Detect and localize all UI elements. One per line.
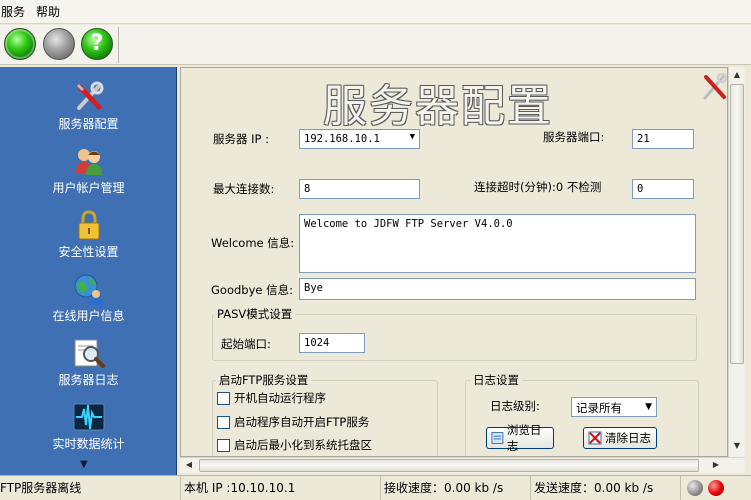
clear-log-button[interactable]: 清除日志 bbox=[583, 427, 657, 449]
page-title: 服务器配置 bbox=[323, 81, 553, 132]
minimize-to-tray-checkbox[interactable] bbox=[217, 438, 230, 452]
toolbar: ? bbox=[0, 25, 751, 65]
magnifier-icon bbox=[74, 339, 105, 368]
auto-start-ftp-checkbox-row[interactable]: 启动程序自动开启FTP服务 bbox=[217, 414, 369, 430]
status-gray-icon bbox=[687, 480, 703, 496]
auto-start-ftp-checkbox[interactable] bbox=[217, 415, 230, 429]
goodbye-input[interactable]: Bye bbox=[299, 278, 696, 300]
sidebar-item-label: 安全性设置 bbox=[58, 245, 119, 259]
scroll-right-icon[interactable]: ▶ bbox=[708, 460, 724, 469]
auto-start-ftp-label: 启动程序自动开启FTP服务 bbox=[234, 415, 370, 429]
delete-icon bbox=[588, 431, 602, 445]
log-level-value: 记录所有 bbox=[576, 401, 622, 415]
welcome-label: Welcome 信息: bbox=[211, 236, 295, 250]
send-speed-text: 发送速度：0.00 kb /s bbox=[531, 476, 681, 500]
server-ip-label: 服务器 IP : bbox=[213, 132, 270, 146]
startup-group-title: 启动FTP服务设置 bbox=[216, 372, 312, 388]
menu-bar: 服务 帮助 bbox=[0, 0, 751, 24]
menu-help[interactable]: 帮助 bbox=[35, 3, 66, 20]
toolbar-separator bbox=[118, 27, 119, 63]
minimize-to-tray-checkbox-row[interactable]: 启动后最小化到系统托盘区 bbox=[217, 437, 372, 453]
max-connections-input[interactable]: 8 bbox=[299, 179, 420, 199]
log-level-label: 日志级别: bbox=[490, 399, 540, 413]
local-ip-text: 本机 IP :10.10.10.1 bbox=[181, 476, 381, 500]
sidebar-item-label: 在线用户信息 bbox=[52, 309, 125, 323]
tools-corner-icon bbox=[703, 72, 727, 100]
scroll-up-icon[interactable]: ▲ bbox=[729, 70, 745, 79]
sidebar-scroll-down-icon[interactable]: ▼ bbox=[80, 459, 88, 470]
start-port-label: 起始端口: bbox=[221, 337, 271, 351]
browse-log-button[interactable]: 浏览日志 bbox=[486, 423, 554, 453]
sidebar-item-label: 服务器日志 bbox=[58, 373, 119, 387]
server-ip-select[interactable]: 192.168.10.1 ▼ bbox=[299, 129, 420, 149]
auto-run-checkbox[interactable] bbox=[217, 391, 230, 405]
sidebar-item-server-log[interactable]: 服务器日志 bbox=[0, 337, 177, 401]
log-level-select[interactable]: 记录所有 ▼ bbox=[571, 397, 657, 417]
horizontal-scroll-thumb[interactable] bbox=[199, 459, 699, 472]
server-status-text: FTP服务器离线 bbox=[0, 476, 181, 500]
document-icon bbox=[491, 432, 504, 444]
auto-run-checkbox-row[interactable]: 开机自动运行程序 bbox=[217, 390, 326, 406]
sidebar-item-label: 服务器配置 bbox=[58, 117, 119, 131]
horizontal-scrollbar[interactable]: ◀ ▶ bbox=[180, 457, 745, 473]
users-icon bbox=[75, 149, 102, 175]
minimize-to-tray-label: 启动后最小化到系统托盘区 bbox=[234, 438, 372, 452]
sidebar-item-label: 用户帐户管理 bbox=[52, 181, 125, 195]
chevron-down-icon: ▼ bbox=[409, 132, 415, 142]
start-server-button[interactable] bbox=[4, 28, 36, 60]
app-window: 服务 帮助 ? 服务器配置 用户帐户管理 安全性设置 在线用户信息 服务器日志 … bbox=[0, 0, 751, 500]
timeout-input[interactable]: 0 bbox=[632, 179, 694, 199]
receive-speed-text: 接收速度：0.00 kb /s bbox=[381, 476, 531, 500]
start-port-input[interactable]: 1024 bbox=[299, 333, 365, 353]
sidebar-item-security[interactable]: 安全性设置 bbox=[0, 209, 177, 273]
sidebar-item-user-accounts[interactable]: 用户帐户管理 bbox=[0, 145, 177, 209]
lock-icon bbox=[78, 210, 99, 240]
browse-log-label: 浏览日志 bbox=[506, 423, 542, 453]
pasv-group-title: PASV模式设置 bbox=[214, 306, 296, 322]
tools-icon bbox=[76, 81, 103, 110]
welcome-textarea[interactable]: Welcome to JDFW FTP Server V4.0.0 bbox=[299, 214, 696, 273]
chevron-down-icon: ▼ bbox=[645, 402, 652, 412]
scroll-down-icon[interactable]: ▼ bbox=[729, 441, 745, 450]
scroll-left-icon[interactable]: ◀ bbox=[181, 460, 197, 469]
stop-server-button[interactable] bbox=[43, 28, 75, 60]
sidebar-item-realtime-stats[interactable]: 实时数据统计 bbox=[0, 401, 177, 465]
vertical-scrollbar[interactable]: ▲ ▼ bbox=[728, 67, 745, 457]
help-button[interactable]: ? bbox=[81, 28, 113, 60]
timeout-label: 连接超时(分钟):0 不检测 bbox=[474, 180, 602, 194]
server-port-label: 服务器端口: bbox=[543, 130, 605, 144]
server-port-input[interactable]: 21 bbox=[632, 129, 694, 149]
sidebar: 服务器配置 用户帐户管理 安全性设置 在线用户信息 服务器日志 实时数据统计 ▼ bbox=[0, 67, 177, 475]
server-config-panel: 服务器配置 服务器 IP : 192.168.10.1 ▼ 服务器端口: 21 … bbox=[180, 67, 728, 457]
status-red-icon bbox=[708, 480, 724, 496]
log-group-title: 日志设置 bbox=[470, 372, 522, 388]
menu-service[interactable]: 服务 bbox=[0, 3, 31, 20]
clear-log-label: 清除日志 bbox=[605, 431, 651, 445]
server-ip-value: 192.168.10.1 bbox=[304, 133, 380, 145]
globe-users-icon bbox=[74, 274, 103, 305]
max-connections-label: 最大连接数: bbox=[213, 182, 275, 196]
goodbye-label: Goodbye 信息: bbox=[211, 283, 293, 297]
vertical-scroll-thumb[interactable] bbox=[730, 84, 744, 364]
auto-run-label: 开机自动运行程序 bbox=[234, 391, 326, 405]
sidebar-item-label: 实时数据统计 bbox=[52, 437, 125, 451]
status-bar: FTP服务器离线 本机 IP :10.10.10.1 接收速度：0.00 kb … bbox=[0, 475, 751, 500]
sidebar-item-server-config[interactable]: 服务器配置 bbox=[0, 81, 177, 145]
sidebar-item-online-users[interactable]: 在线用户信息 bbox=[0, 273, 177, 337]
pulse-icon bbox=[73, 403, 104, 431]
